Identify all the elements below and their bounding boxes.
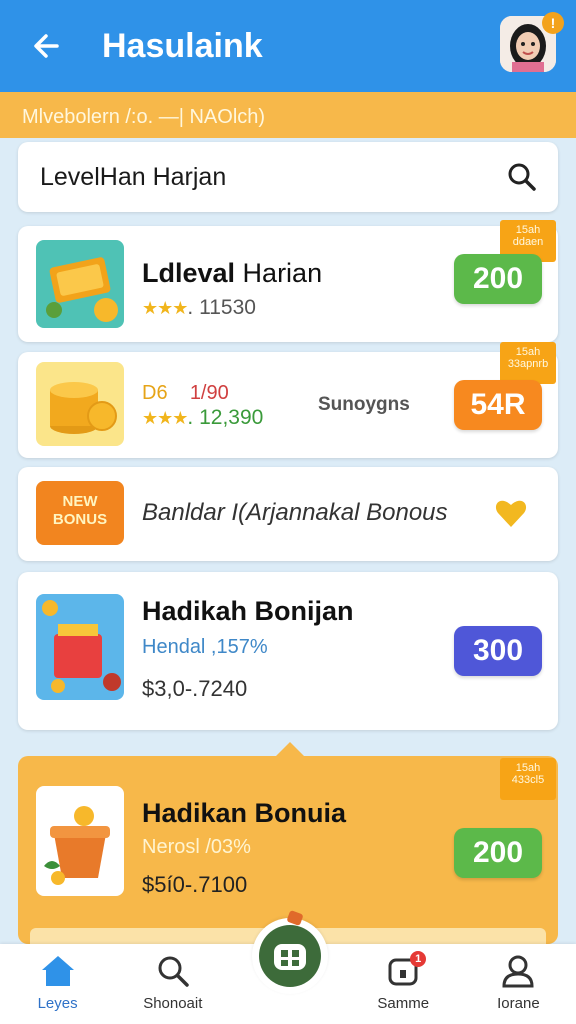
nav-label: Iorane [497,995,540,1012]
item-price: $3,0-.7240 [142,676,248,701]
item-title: Ldleval Harian [142,258,323,288]
nav-item-home[interactable]: Leyes [0,944,115,1024]
nav-item-profile[interactable]: Iorane [461,944,576,1024]
nav-item-messages[interactable]: 1 Samme [346,944,461,1024]
avatar-badge: ! [542,12,564,34]
center-action-button[interactable] [252,909,328,994]
back-arrow-icon [34,34,59,58]
item-price: $5í0-.7100 [142,872,248,897]
item-title: Hadikah Bonijan [142,596,354,626]
app-bar: Hasulaink ! [0,0,576,92]
heart-icon[interactable] [494,497,528,534]
item-rate: Nerosl /03% [142,836,251,858]
amount-button[interactable]: 54R [454,380,542,430]
list-item[interactable]: Ldleval Harian ★★★. 11530 15ah ddaen 200 [18,220,558,342]
item-rating: ★★★. 11530 [142,296,256,319]
game-controller-icon [274,944,306,970]
highlight-pointer [276,742,304,756]
item-side-text: Sunoygns [318,394,410,415]
nav-item-search[interactable]: Shonoait [115,944,230,1024]
home-icon [41,956,74,986]
item-title: Hadikan Bonuia [142,798,347,828]
item-rating: ★★★. 12,390 [142,406,264,429]
item-title: D6 1/90 [142,382,229,404]
list-item[interactable]: NEW BONUS Banldar I(Arjannakal Bonous [18,467,558,561]
search-icon [158,956,189,987]
app-title: Hasulaink [102,26,263,65]
item-rate: Hendal ,157% [142,636,268,658]
flowerpot-thumbnail [36,786,124,896]
profile-icon [502,955,534,988]
search-bar[interactable]: LevelHan Harjan [18,142,558,212]
list-item[interactable]: D6 1/90 ★★★. 12,390 Sunoygns 15ah 33apnr… [18,342,558,458]
star-rating-icon: ★★★ [142,298,188,318]
star-rating-icon: ★★★ [142,408,188,428]
nav-label: Shonoait [143,995,203,1012]
nav-label: Samme [377,995,430,1012]
breadcrumb: Mlvebolern /:o. —| NAOlch) [0,92,576,138]
search-icon[interactable] [502,157,542,197]
notification-badge: 1 [410,951,427,967]
bonus-badge-thumbnail: NEW BONUS [36,481,124,545]
amount-button[interactable]: 200 [454,254,542,304]
amount-button[interactable]: 200 [454,828,542,878]
basket-thumbnail [36,594,124,700]
item-title: Banldar I(Arjannakal Bonous [142,499,448,526]
promo-tag: 15ah 433cl5 [500,758,556,800]
list-item[interactable]: Hadikah Bonijan Hendal ,157% $3,0-.7240 … [18,572,558,730]
nav-label: Leyes [37,995,78,1012]
gold-bar-thumbnail [36,240,124,328]
promo-tag: 15ah 33apnrb [500,342,556,384]
back-button[interactable] [24,24,68,68]
amount-button[interactable]: 300 [454,626,542,676]
search-input[interactable]: LevelHan Harjan [40,163,502,192]
coin-stack-thumbnail [36,362,124,446]
